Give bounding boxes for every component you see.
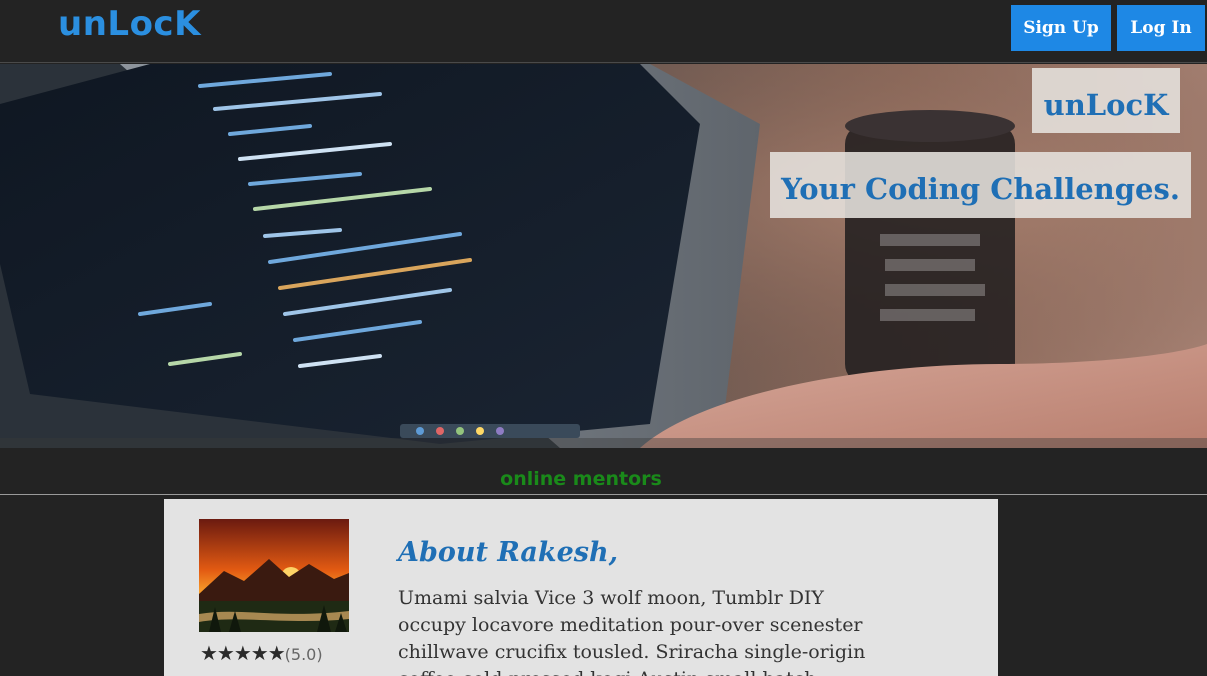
hero-banner: unLocK Your Coding Challenges. <box>0 64 1207 448</box>
section-title: online mentors <box>500 468 662 490</box>
log-in-button[interactable]: Log In <box>1117 5 1205 51</box>
mentor-rating: ★★★★★(5.0) <box>200 641 323 665</box>
section-header: online mentors <box>0 448 1207 495</box>
mentor-bio: Umami salvia Vice 3 wolf moon, Tumblr DI… <box>398 587 866 676</box>
rating-score: (5.0) <box>284 645 323 664</box>
hero-brand-box: unLocK <box>1032 68 1180 133</box>
star-rating-icon: ★★★★★ <box>200 641 286 665</box>
hero-tagline: Your Coding Challenges. <box>781 172 1180 206</box>
mentor-card: ★★★★★(5.0) About Rakesh, Umami salvia Vi… <box>164 499 998 676</box>
brand-logo[interactable]: unLocK <box>58 4 201 44</box>
hero-tagline-box: Your Coding Challenges. <box>770 152 1191 218</box>
about-title: About Rakesh, <box>398 537 619 568</box>
mentor-photo <box>199 519 349 632</box>
sign-up-button[interactable]: Sign Up <box>1011 5 1111 51</box>
navbar: unLocK Sign Up Log In <box>0 0 1207 63</box>
hero-image <box>0 64 1207 448</box>
hero-brand: unLocK <box>1043 87 1169 122</box>
